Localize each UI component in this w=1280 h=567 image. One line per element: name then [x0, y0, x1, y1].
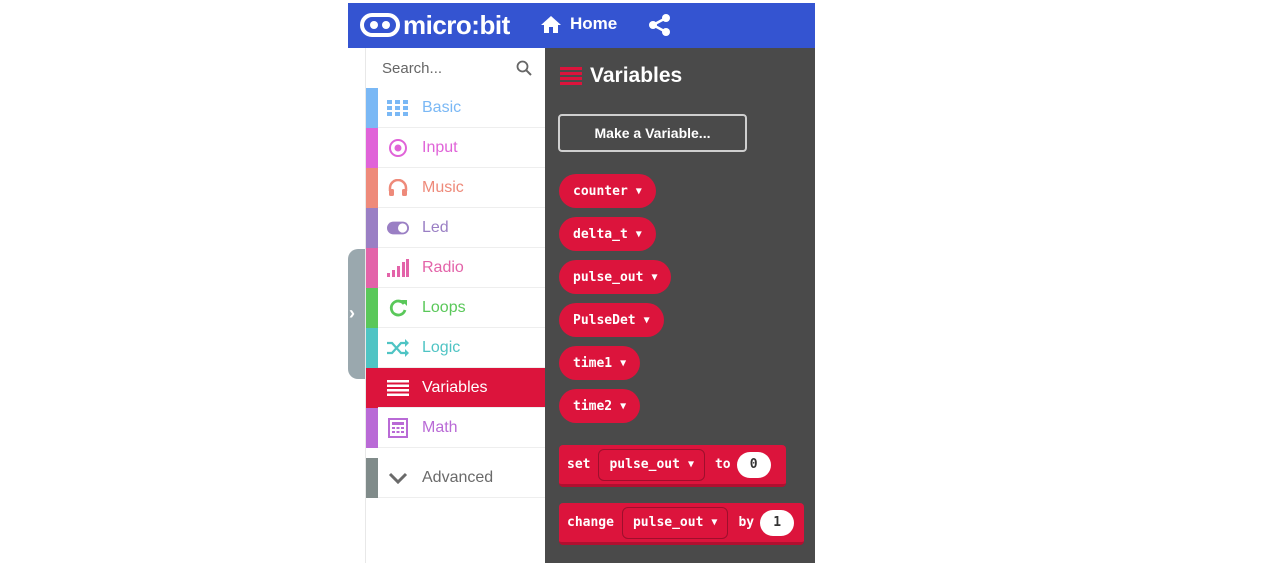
- category-label: Loops: [422, 299, 466, 316]
- category-label: Logic: [422, 339, 461, 356]
- category-label: Input: [422, 139, 458, 156]
- category-label: Radio: [422, 259, 464, 276]
- dropdown-value: pulse_out: [632, 515, 704, 530]
- variable-block-time2[interactable]: time2 ▼: [559, 389, 641, 423]
- list-icon: [387, 378, 409, 398]
- variable-block-time1[interactable]: time1 ▼: [559, 346, 641, 380]
- category-label: Advanced: [422, 469, 494, 486]
- value-input[interactable]: 0: [736, 451, 771, 478]
- set-keyword: set: [567, 457, 591, 472]
- shuffle-icon: [387, 338, 409, 358]
- search-placeholder: Search...: [382, 59, 443, 77]
- category-advanced[interactable]: Advanced: [366, 458, 546, 498]
- search-input[interactable]: Search...: [366, 48, 546, 88]
- to-keyword: to: [714, 457, 731, 472]
- list-icon: [560, 67, 582, 85]
- value-input[interactable]: 1: [760, 509, 795, 536]
- by-keyword: by: [738, 515, 755, 530]
- caret-down-icon[interactable]: ▼: [620, 401, 626, 412]
- home-button[interactable]: Home: [540, 14, 617, 34]
- headphones-icon: [387, 178, 409, 198]
- category-loops[interactable]: Loops: [366, 288, 546, 328]
- microbit-logo-icon: [360, 13, 400, 37]
- top-bar: micro:bit Home: [348, 3, 815, 48]
- chevron-right-icon: ›: [349, 303, 355, 323]
- category-input[interactable]: Input: [366, 128, 546, 168]
- caret-down-icon[interactable]: ▼: [636, 229, 642, 240]
- variable-name: pulse_out: [573, 269, 644, 285]
- category-music[interactable]: Music: [366, 168, 546, 208]
- caret-down-icon[interactable]: ▼: [636, 186, 642, 197]
- variable-name: time1: [573, 355, 613, 371]
- change-variable-block[interactable]: change pulse_out ▼ by 1: [559, 503, 804, 545]
- category-radio[interactable]: Radio: [366, 248, 546, 288]
- caret-down-icon: ▼: [711, 517, 718, 528]
- flyout-title-label: Variables: [590, 64, 683, 87]
- refresh-icon: [387, 298, 409, 318]
- chevron-down-icon: [387, 468, 409, 488]
- grid-icon: [387, 98, 409, 118]
- calculator-icon: [387, 418, 409, 438]
- toggle-icon: [387, 218, 409, 238]
- category-basic[interactable]: Basic: [366, 88, 546, 128]
- collapse-toolbox-handle[interactable]: ›: [348, 249, 365, 379]
- make-variable-button[interactable]: Make a Variable...: [558, 114, 747, 152]
- variable-dropdown[interactable]: pulse_out ▼: [598, 448, 705, 481]
- home-icon: [541, 15, 561, 33]
- category-led[interactable]: Led: [366, 208, 546, 248]
- category-logic[interactable]: Logic: [366, 328, 546, 368]
- variable-block-delta-t[interactable]: delta_t ▼: [559, 217, 656, 251]
- toolbox: Search... Basic Input Music Led Radio Lo…: [365, 48, 546, 563]
- variable-name: PulseDet: [573, 312, 636, 328]
- flyout-title: Variables: [560, 64, 682, 88]
- caret-down-icon: ▼: [687, 459, 694, 470]
- makecode-editor: micro:bit Home › Search... Basic Input M…: [348, 3, 815, 563]
- search-icon[interactable]: [516, 60, 532, 76]
- variable-name: counter: [573, 183, 628, 199]
- target-icon: [387, 138, 409, 158]
- share-icon: [649, 14, 670, 36]
- category-label: Led: [422, 219, 449, 236]
- variable-block-pulsedet[interactable]: PulseDet ▼: [559, 303, 664, 337]
- variable-block-pulse-out[interactable]: pulse_out ▼: [559, 260, 672, 294]
- signal-bars-icon: [387, 258, 409, 278]
- microbit-logo[interactable]: micro:bit: [360, 12, 510, 38]
- caret-down-icon[interactable]: ▼: [620, 358, 626, 369]
- variable-name: time2: [573, 398, 613, 414]
- brand-name: micro:bit: [403, 10, 510, 40]
- set-variable-block[interactable]: set pulse_out ▼ to 0: [559, 445, 786, 487]
- category-label: Basic: [422, 99, 462, 116]
- variables-flyout: Variables Make a Variable... counter ▼ de…: [545, 48, 815, 563]
- home-label: Home: [570, 14, 618, 33]
- caret-down-icon[interactable]: ▼: [644, 315, 650, 326]
- category-label: Variables: [422, 379, 488, 396]
- variable-dropdown[interactable]: pulse_out ▼: [621, 506, 729, 539]
- category-math[interactable]: Math: [366, 408, 546, 448]
- change-keyword: change: [567, 515, 614, 530]
- caret-down-icon[interactable]: ▼: [651, 272, 657, 283]
- share-button[interactable]: [648, 14, 672, 41]
- variable-name: delta_t: [573, 226, 628, 242]
- variable-block-counter[interactable]: counter ▼: [559, 174, 656, 208]
- category-label: Math: [422, 419, 458, 436]
- dropdown-value: pulse_out: [609, 457, 680, 472]
- category-variables[interactable]: Variables: [366, 368, 546, 408]
- category-label: Music: [422, 179, 464, 196]
